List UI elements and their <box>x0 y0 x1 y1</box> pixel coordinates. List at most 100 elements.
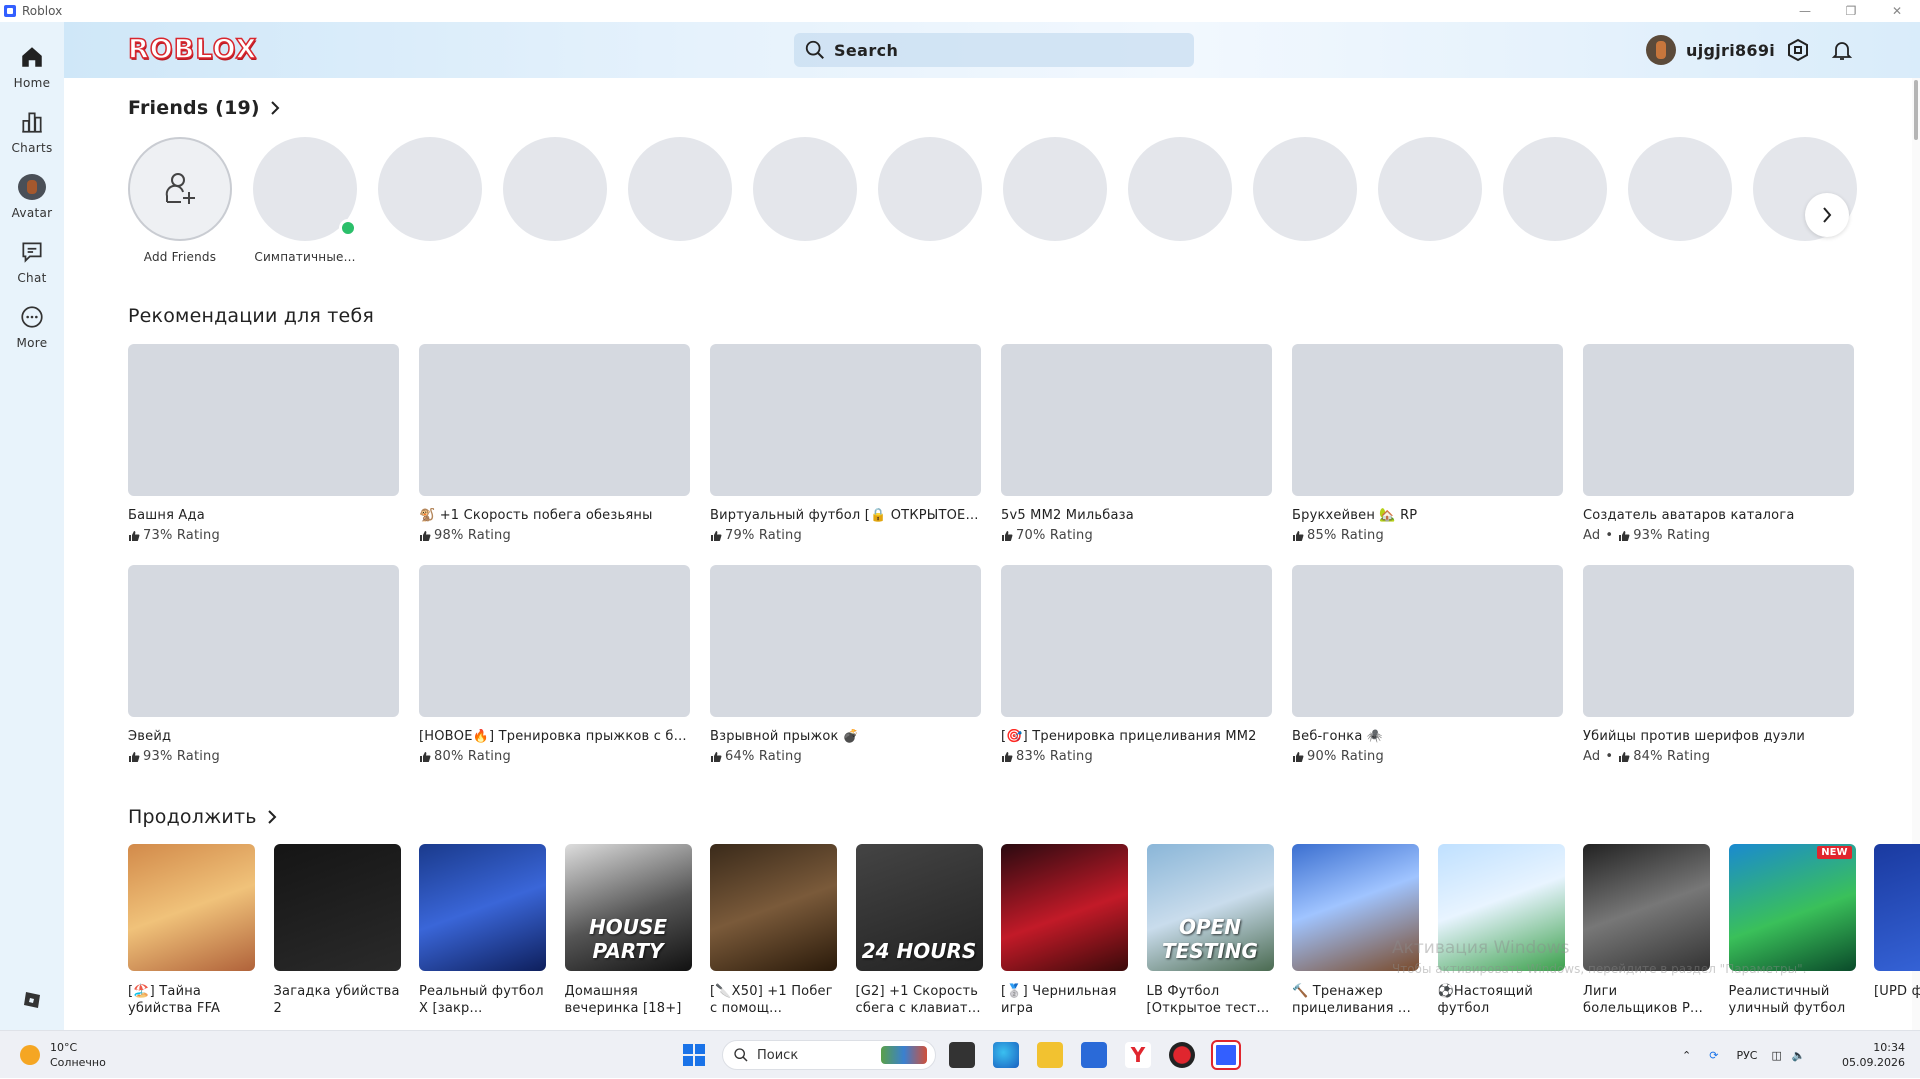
game-meta: 83% Rating <box>1001 749 1272 764</box>
game-card[interactable]: [🎯] Тренировка прицеливания ММ2 83% Ratin… <box>1001 565 1272 764</box>
language-indicator[interactable]: РУС <box>1736 1049 1757 1062</box>
system-clock[interactable]: 10:34 05.09.2026 <box>1842 1040 1905 1070</box>
game-card[interactable]: 🐒 +1 Скорость побега обезьяны 98% Rating <box>419 344 690 543</box>
windows-start-icon[interactable] <box>681 1042 707 1068</box>
game-thumbnail <box>1583 344 1854 496</box>
friend-tile[interactable] <box>1128 137 1232 241</box>
game-title: Веб-гонка 🕷️ <box>1292 729 1384 744</box>
game-thumbnail <box>128 565 399 717</box>
game-thumbnail: OPEN TESTING <box>1146 844 1274 971</box>
windows-taskbar: 10°C Солнечно Поиск Y ⌃ ⟳ РУС ◫ 🔈 10:34 … <box>0 1030 1920 1078</box>
nav-item-more[interactable]: More <box>0 290 64 350</box>
continue-game-card[interactable]: [🔪X50] +1 Побег с помощ... <box>710 844 837 1029</box>
taskbar-search[interactable]: Поиск <box>722 1040 936 1070</box>
continue-game-card[interactable]: Загадка убийства 2 <box>273 844 401 1029</box>
continue-game-card[interactable]: [🥈] Чернильная игра <box>1001 844 1128 1029</box>
game-title: 5v5 ММ2 Мильбаза <box>1001 508 1134 523</box>
friend-tile[interactable] <box>628 137 732 241</box>
continue-game-card[interactable]: OPEN TESTING LB Футбол [Открытое тест... <box>1146 844 1274 1029</box>
thumbs-up-icon <box>1619 530 1630 541</box>
game-card[interactable]: Эвейд 93% Rating <box>128 565 399 764</box>
chevron-right-icon <box>1823 207 1832 223</box>
continue-game-card[interactable]: HOUSE PARTY Домашняя вечеринка [18+] <box>564 844 692 1029</box>
friend-tile[interactable] <box>1253 137 1357 241</box>
friend-tile[interactable] <box>1378 137 1482 241</box>
game-rating: 85% Rating <box>1307 528 1384 543</box>
nav-item-avatar[interactable]: Avatar <box>0 160 64 220</box>
continue-game-card[interactable]: 24 HOURS [G2] +1 Скорость сбега с клавиат… <box>855 844 983 1029</box>
friend-tile[interactable] <box>503 137 607 241</box>
microsoft-store-icon[interactable] <box>1081 1042 1107 1068</box>
friend-tile[interactable] <box>378 137 482 241</box>
search-icon <box>734 1048 748 1062</box>
game-card[interactable]: Веб-гонка 🕷️ 90% Rating <box>1292 565 1563 764</box>
yandex-browser-icon[interactable]: Y <box>1125 1042 1151 1068</box>
friend-tile[interactable] <box>1003 137 1107 241</box>
recorder-app-icon[interactable] <box>1169 1042 1195 1068</box>
add-friends-button[interactable]: Add Friends <box>128 137 232 264</box>
task-view-icon[interactable] <box>949 1042 975 1068</box>
clock-date: 05.09.2026 <box>1842 1056 1905 1069</box>
game-meta <box>1583 1021 1710 1029</box>
friend-tile[interactable] <box>878 137 982 241</box>
game-title: Реалистичный уличный футбол <box>1728 984 1846 1016</box>
game-card[interactable]: Башня Ада 73% Rating <box>128 344 399 543</box>
nav-item-charts[interactable]: Charts <box>0 95 64 155</box>
friends-title: Friends (19) <box>128 97 260 119</box>
thumbs-up-icon <box>420 751 431 762</box>
game-title: 🔨 Тренажер прицеливания ... <box>1292 984 1411 1016</box>
game-thumbnail <box>1001 565 1272 717</box>
friends-section-title[interactable]: Friends (19) <box>128 97 280 119</box>
chevron-right-icon <box>271 101 280 115</box>
game-card[interactable]: Создатель аватаров каталога Ad • 93% Rating <box>1583 344 1854 543</box>
game-card[interactable]: [НОВОЕ🔥] Тренировка прыжков с бом... 80% … <box>419 565 690 764</box>
continue-game-card[interactable]: [UPD футбс <box>1874 844 1920 1029</box>
roblox-logo[interactable]: ROBLOX <box>127 33 257 66</box>
continue-game-card[interactable]: Лиги болельщиков Р... <box>1583 844 1710 1029</box>
thumbs-up-icon <box>1293 530 1304 541</box>
continue-section-title[interactable]: Продолжить <box>128 806 277 828</box>
nav-item-chat[interactable]: Chat <box>0 225 64 285</box>
edge-browser-icon[interactable] <box>993 1042 1019 1068</box>
game-card[interactable]: Брукхейвен 🏡 RP 85% Rating <box>1292 344 1563 543</box>
minimize-button[interactable]: — <box>1782 0 1828 22</box>
game-card[interactable]: Виртуальный футбол [🔒 ОТКРЫТОЕ ТЕ... 79% … <box>710 344 981 543</box>
friend-tile[interactable] <box>1503 137 1607 241</box>
game-card[interactable]: Взрывной прыжок 💣 64% Rating <box>710 565 981 764</box>
game-card[interactable]: 5v5 ММ2 Мильбаза 70% Rating <box>1001 344 1272 543</box>
game-meta <box>1874 1021 1920 1029</box>
game-rating: 80% Rating <box>434 749 511 764</box>
game-card[interactable]: Убийцы против шерифов дуэли Ad • 84% Rating <box>1583 565 1854 764</box>
user-profile[interactable]: ujgjri869i <box>1646 34 1775 66</box>
roblox-studio-icon[interactable] <box>22 990 42 1010</box>
game-thumbnail <box>1292 565 1563 717</box>
continue-game-card[interactable]: 🔨 Тренажер прицеливания ... <box>1292 844 1419 1029</box>
close-button[interactable]: ✕ <box>1874 0 1920 22</box>
notifications-bell-icon[interactable] <box>1830 38 1854 62</box>
scrollbar-thumb[interactable] <box>1914 80 1918 140</box>
volume-icon[interactable]: 🔈 <box>1792 1049 1806 1062</box>
file-explorer-icon[interactable] <box>1037 1042 1063 1068</box>
game-meta <box>856 1021 983 1029</box>
friends-scroll-next-button[interactable] <box>1805 193 1849 237</box>
network-app-icon[interactable]: ⟳ <box>1709 1049 1718 1062</box>
game-rating: 64% Rating <box>725 749 802 764</box>
continue-game-card[interactable]: NEW Реалистичный уличный футбол <box>1728 844 1856 1029</box>
continue-game-card[interactable]: Реальный футбол X [закр... <box>419 844 546 1029</box>
nav-item-home[interactable]: Home <box>0 30 64 90</box>
friend-tile[interactable]: Симпатичные... <box>253 137 357 264</box>
friend-tile[interactable] <box>753 137 857 241</box>
friend-tile[interactable] <box>1628 137 1732 241</box>
weather-widget[interactable]: 10°C Солнечно <box>20 1040 106 1070</box>
weather-condition: Солнечно <box>50 1056 106 1069</box>
search-bar[interactable]: Search <box>794 33 1194 67</box>
continue-game-card[interactable]: [🏖️] Тайна убийства FFA <box>128 844 255 1029</box>
chevron-up-icon[interactable]: ⌃ <box>1682 1049 1691 1062</box>
robux-icon[interactable] <box>1786 38 1810 62</box>
friend-avatar <box>1128 137 1232 241</box>
continue-game-card[interactable]: ⚽Настоящий футбол <box>1437 844 1565 1029</box>
roblox-taskbar-icon[interactable] <box>1213 1042 1239 1068</box>
wifi-icon[interactable]: ◫ <box>1771 1049 1781 1062</box>
ad-label: Ad <box>1583 749 1601 764</box>
maximize-button[interactable]: ❐ <box>1828 0 1874 22</box>
